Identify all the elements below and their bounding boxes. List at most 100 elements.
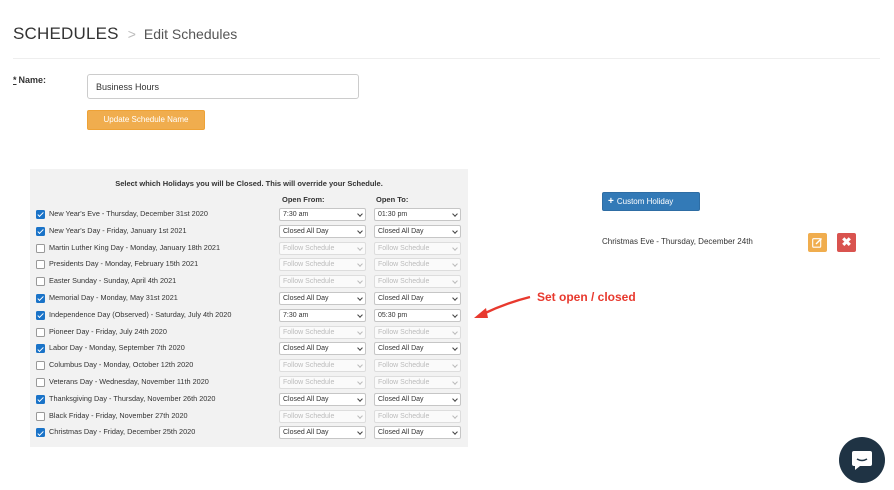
open-from-select[interactable]: Closed All Day [279,426,366,440]
open-to-select[interactable]: Closed All Day [374,224,461,238]
open-from-value: Closed All Day [283,294,329,302]
chevron-down-icon [452,278,458,285]
holiday-checkbox[interactable] [36,327,45,337]
update-schedule-name-button[interactable]: Update Schedule Name [87,110,205,130]
open-from-value: Closed All Day [283,429,329,437]
chevron-down-icon [452,429,458,436]
open-from-select[interactable]: Closed All Day [279,392,366,406]
holiday-checkbox[interactable] [36,344,45,354]
holiday-label: New Year's Day - Friday, January 1st 202… [49,225,187,235]
holiday-label: Christmas Day - Friday, December 25th 20… [49,427,196,437]
holiday-checkbox[interactable] [36,260,45,270]
breadcrumb: SCHEDULES > Edit Schedules [13,24,237,50]
holiday-panel-heading: Select which Holidays you will be Closed… [115,179,383,188]
open-to-value: Follow Schedule [378,278,430,286]
open-from-select[interactable]: Closed All Day [279,224,366,238]
custom-holiday-button[interactable]: + Custom Holiday [602,192,700,211]
holiday-row: Martin Luther King Day - Monday, January… [36,241,466,258]
chevron-down-icon [357,379,363,385]
holiday-label: Columbus Day - Monday, October 12th 2020 [49,360,194,370]
open-from-select[interactable]: Follow Schedule [279,359,366,373]
open-from-value: Follow Schedule [283,412,335,420]
open-to-select[interactable]: 05:30 pm [374,308,461,322]
open-to-value: Closed All Day [378,395,424,403]
chevron-down-icon [357,227,363,234]
open-to-select[interactable]: Closed All Day [374,392,461,406]
holiday-checkbox[interactable] [36,277,45,287]
name-label: * Name: [13,75,47,85]
open-from-select[interactable]: Follow Schedule [279,241,366,255]
holiday-checkbox[interactable] [36,361,45,371]
holiday-row: New Year's Day - Friday, January 1st 202… [36,224,466,241]
holiday-checkbox[interactable] [36,428,45,438]
holiday-checkbox[interactable] [36,310,45,320]
open-to-header: Open To: [376,195,409,204]
open-from-select[interactable]: 7:30 am [279,308,366,322]
open-to-select[interactable]: 01:30 pm [374,208,461,221]
edit-custom-holiday-button[interactable] [808,233,827,252]
holiday-label: Easter Sunday - Sunday, April 4th 2021 [49,276,177,286]
holiday-row: Easter Sunday - Sunday, April 4th 2021 Fo… [36,274,466,291]
chevron-down-icon [357,261,363,268]
chat-widget-button[interactable] [839,437,885,483]
holiday-checkbox[interactable] [36,243,45,253]
schedule-name-input[interactable] [87,74,359,99]
chevron-down-icon [452,328,458,335]
open-from-select[interactable]: Follow Schedule [279,258,366,272]
open-to-select[interactable]: Follow Schedule [374,409,461,423]
open-to-select[interactable]: Follow Schedule [374,325,461,339]
open-to-select[interactable]: Closed All Day [374,426,461,440]
open-from-select[interactable]: Follow Schedule [279,325,366,339]
holiday-checkbox[interactable] [36,226,45,236]
holiday-checkbox[interactable] [36,411,45,421]
open-from-select[interactable]: Follow Schedule [279,375,366,389]
custom-holiday-button-label: Custom Holiday [616,197,674,206]
open-to-select[interactable]: Follow Schedule [374,258,461,272]
open-to-select[interactable]: Follow Schedule [374,241,461,255]
close-icon: ✖ [841,235,852,249]
holiday-checkbox[interactable] [36,293,45,303]
chevron-down-icon [452,244,458,251]
holiday-label: Presidents Day - Monday, February 15th 2… [49,259,199,269]
open-from-select[interactable]: Follow Schedule [279,409,366,423]
holiday-label: Labor Day - Monday, September 7th 2020 [49,343,185,353]
holiday-checkbox[interactable] [36,210,45,219]
chevron-down-icon [357,278,363,285]
holiday-row: Independence Day (Observed) - Saturday, … [36,308,466,325]
chevron-down-icon [357,362,363,369]
holiday-checkbox[interactable] [36,394,45,404]
chevron-down-icon [357,211,363,217]
open-to-select[interactable]: Follow Schedule [374,359,461,373]
open-from-select[interactable]: Closed All Day [279,291,366,305]
open-to-select[interactable]: Closed All Day [374,342,461,356]
delete-custom-holiday-button[interactable]: ✖ [837,233,856,252]
open-from-select[interactable]: 7:30 am [279,208,366,221]
holiday-row: Black Friday - Friday, November 27th 202… [36,409,466,426]
edit-icon [812,238,822,248]
holiday-label: Pioneer Day - Friday, July 24th 2020 [49,326,167,336]
chat-icon [852,451,872,470]
open-from-value: Follow Schedule [283,328,335,336]
holiday-checkbox[interactable] [36,377,45,387]
holiday-label: Memorial Day - Monday, May 31st 2021 [49,292,178,302]
page-title: SCHEDULES [13,24,119,43]
holiday-list: New Year's Eve - Thursday, December 31st… [36,207,466,442]
chevron-down-icon [452,211,458,217]
open-to-select[interactable]: Closed All Day [374,291,461,305]
required-mark: * [13,75,17,85]
open-from-value: Follow Schedule [283,362,335,370]
holiday-row: Veterans Day - Wednesday, November 11th … [36,375,466,392]
open-to-value: Follow Schedule [378,378,430,386]
breadcrumb-current: Edit Schedules [143,26,238,42]
open-from-select[interactable]: Closed All Day [279,342,366,356]
open-to-value: Closed All Day [378,227,424,235]
chevron-down-icon [357,412,363,419]
open-to-select[interactable]: Follow Schedule [374,275,461,289]
chevron-down-icon [452,295,458,301]
holiday-row: New Year's Eve - Thursday, December 31st… [36,207,466,224]
open-from-value: Follow Schedule [283,244,335,252]
custom-holiday-item-label: Christmas Eve - Thursday, December 24th [602,237,753,246]
open-from-select[interactable]: Follow Schedule [279,275,366,289]
open-to-select[interactable]: Follow Schedule [374,375,461,389]
open-from-value: Closed All Day [283,345,329,353]
